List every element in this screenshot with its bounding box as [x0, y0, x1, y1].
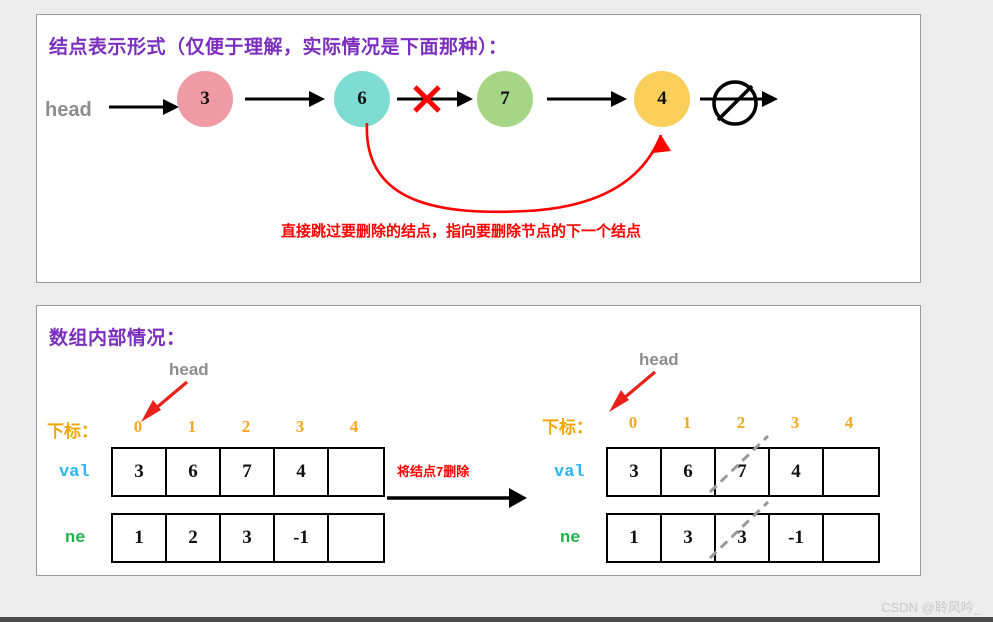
index-number-after-2: 2: [736, 413, 746, 432]
ne-cell-before-3: -1: [275, 515, 329, 561]
ne-cell-before-2: 3: [221, 515, 275, 561]
node-value-0: 3: [200, 88, 210, 109]
val-cell-after-0: 3: [608, 449, 662, 495]
node-value-2: 7: [500, 88, 510, 109]
ne-row-before: 1 2 3 -1: [111, 513, 385, 563]
ne-cell-before-4: [329, 515, 383, 561]
val-cell-after-3: 4: [770, 449, 824, 495]
head-pointer-arrow-after: [609, 370, 657, 412]
index-number-after-4: 4: [844, 413, 854, 432]
ne-cell-after-3: -1: [770, 515, 824, 561]
row-label-val-after: val: [554, 463, 585, 482]
head-label: head: [45, 99, 92, 121]
linked-list-panel: 结点表示形式（仅便于理解，实际情况是下面那种）： head 3 6 7 4 直接…: [36, 14, 921, 283]
index-number-before-1: 1: [187, 417, 197, 436]
ne-cell-before-0: 1: [113, 515, 167, 561]
index-number-before-2: 2: [241, 417, 251, 436]
row-label-ne-after: ne: [560, 529, 581, 548]
val-cell-before-3: 4: [275, 449, 329, 495]
arrow-node7-to-node4: [547, 91, 627, 107]
transition-label: 将结点7删除: [397, 464, 470, 479]
bypass-note: 直接跳过要删除的结点，指向要删除节点的下一个结点: [281, 223, 642, 240]
linked-list-panel-title: 结点表示形式（仅便于理解，实际情况是下面那种）：: [49, 37, 508, 58]
array-panel: 数组内部情况： head 下标： 0 1 2 3 4 val 3 6 7 4 n…: [36, 305, 921, 576]
val-cell-before-1: 6: [167, 449, 221, 495]
bottom-bar: [0, 617, 993, 622]
ne-cell-after-0: 1: [608, 515, 662, 561]
strikethrough-val-cell-2: [708, 434, 770, 494]
array-panel-title: 数组内部情况：: [49, 328, 186, 349]
val-cell-after-4: [824, 449, 878, 495]
index-label-after: 下标：: [542, 418, 593, 437]
row-label-ne-before: ne: [65, 529, 86, 548]
index-number-before-3: 3: [295, 417, 305, 436]
val-cell-before-0: 3: [113, 449, 167, 495]
node-value-3: 4: [657, 88, 667, 109]
index-number-after-0: 0: [628, 413, 638, 432]
index-number-after-1: 1: [682, 413, 692, 432]
val-row-before: 3 6 7 4: [111, 447, 385, 497]
arrow-node3-to-node6: [245, 91, 325, 107]
page-root: 结点表示形式（仅便于理解，实际情况是下面那种）： head 3 6 7 4 直接…: [0, 0, 993, 622]
ne-cell-before-1: 2: [167, 515, 221, 561]
node-circle-0: 3: [177, 71, 233, 127]
head-label-before: head: [169, 360, 209, 379]
index-number-after-3: 3: [790, 413, 800, 432]
val-cell-before-4: [329, 449, 383, 495]
null-symbol-icon: [712, 80, 758, 126]
arrow-head-to-node3: [109, 99, 179, 115]
head-label-after: head: [639, 350, 679, 369]
index-label-before: 下标：: [47, 422, 98, 441]
node-value-1: 6: [357, 88, 367, 109]
row-label-val-before: val: [59, 463, 90, 482]
bypass-curve-arrow: [365, 122, 671, 214]
val-cell-before-2: 7: [221, 449, 275, 495]
transition-arrow: [387, 488, 527, 508]
index-number-before-0: 0: [133, 417, 143, 436]
watermark: CSDN @聆风吟_: [881, 600, 981, 615]
strikethrough-ne-cell-2: [708, 500, 770, 560]
ne-cell-after-4: [824, 515, 878, 561]
index-number-before-4: 4: [349, 417, 359, 436]
